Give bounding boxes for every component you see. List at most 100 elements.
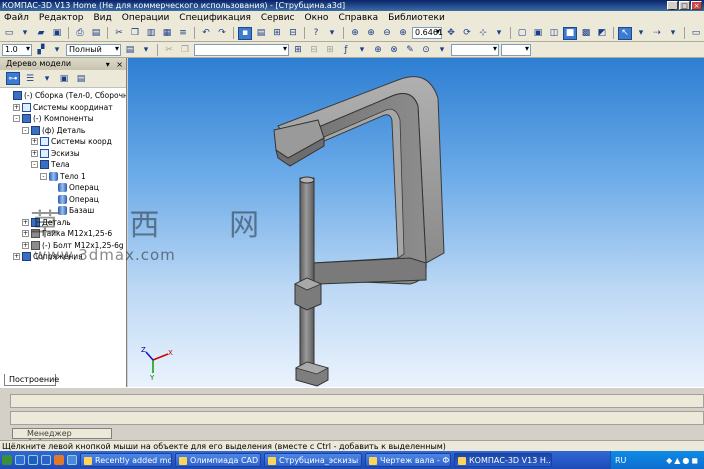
tree-expander-icon[interactable]: + [31,138,38,145]
menu-operations[interactable]: Операции [118,13,176,23]
shaded-edges-icon[interactable]: ▩ [579,27,593,40]
tree-node[interactable]: (-) Сборка (Тел-0, Сборочны [4,90,126,101]
pan-icon[interactable]: ✥ [444,27,458,40]
dropdown-arrow-icon[interactable]: ▾ [666,27,680,40]
menu-libraries[interactable]: Библиотеки [384,13,451,23]
orient-icon[interactable]: ⊹ [476,27,490,40]
dropdown-arrow-icon[interactable]: ▾ [325,27,339,40]
tree-expander-icon[interactable]: - [13,115,20,122]
close-button[interactable]: × [691,1,702,10]
minimize-button[interactable]: _ [667,1,678,10]
task-kompas[interactable]: КОМПАС-3D V13 Н... [454,453,552,467]
undo-icon[interactable]: ↶ [199,27,213,40]
dropdown-arrow-icon[interactable]: ▾ [435,43,449,56]
paste-icon[interactable]: ▥ [144,27,158,40]
filter-select-icon[interactable]: ⇢ [650,27,664,40]
tree-node[interactable]: + Системы координат [13,102,113,113]
tree-node[interactable]: - Тело 1 [40,171,86,182]
help-pointer-icon[interactable]: ? [309,27,323,40]
color-icon[interactable]: ▞ [34,43,48,56]
tree-expander-icon[interactable]: - [31,161,38,168]
line-width-combo[interactable]: 1.0 [2,43,32,56]
tree-expander-icon[interactable]: + [13,253,20,260]
dropdown-arrow-icon[interactable]: ▾ [492,27,506,40]
menu-window[interactable]: Окно [301,13,335,23]
tree-refresh-icon[interactable]: ▣ [57,72,71,85]
library-manager-tab[interactable]: Менеджер библиотек [12,428,112,448]
tool-icon[interactable]: ⊕ [371,43,385,56]
tree-list-icon[interactable]: ☰ [23,72,37,85]
tree-options-icon[interactable]: ▤ [74,72,88,85]
tree-expander-icon[interactable]: + [13,103,20,111]
shaded-icon[interactable]: ■ [563,26,577,40]
open-folder-icon[interactable]: ▰ [34,27,48,40]
tree-node[interactable]: + Эскизы [31,148,80,159]
zoom-in-icon[interactable]: ⊕ [364,27,378,40]
tree-node[interactable]: - Тела [31,159,70,170]
properties-icon[interactable]: ▦ [160,27,174,40]
task-shaft-drawing[interactable]: Чертеж вала - Фот... [365,453,451,467]
variables-icon[interactable]: ≡ [176,27,190,40]
zoom-combo[interactable]: 0.6461 [412,27,443,39]
extra-combo[interactable] [451,43,499,56]
thin-lines-icon[interactable]: ◫ [547,27,561,40]
zoom-out-icon[interactable]: ⊖ [380,27,394,40]
dropdown-arrow-icon[interactable]: ▾ [355,43,369,56]
menu-view[interactable]: Вид [89,13,117,23]
tree-mode-icon[interactable]: ⊶ [6,72,20,85]
tree-expander-icon[interactable]: - [22,126,29,134]
tree-node[interactable]: Операц [49,182,99,193]
tree-expander-icon[interactable]: + [22,218,29,226]
tool-icon[interactable]: ⊗ [387,43,401,56]
tree-expander-icon[interactable]: - [40,172,47,180]
menu-service[interactable]: Сервис [257,13,301,23]
tree-expander-icon[interactable]: + [31,149,38,157]
menu-specification[interactable]: Спецификация [175,13,257,23]
task-olympiad-cad[interactable]: Олимпиада CAD [175,453,261,467]
rotate-icon[interactable]: ⟳ [460,27,474,40]
tray-icons[interactable]: ◆▲●◼ [666,456,700,465]
copy-icon[interactable]: ❐ [128,27,142,40]
dropdown-arrow-icon[interactable]: ▾ [18,27,32,40]
tree-icon[interactable]: ⊟ [286,27,300,40]
quicklaunch-icon[interactable] [28,455,38,465]
print-icon[interactable]: ⎙ [73,27,87,40]
rebuild-icon[interactable]: ▪ [238,26,252,40]
start-icon[interactable] [2,455,12,465]
new-document-icon[interactable]: ▭ [2,27,16,40]
quicklaunch-icon[interactable] [67,455,77,465]
tree-expander-icon[interactable]: + [22,230,29,237]
maximize-button[interactable]: □ [679,1,690,10]
save-icon[interactable]: ▣ [50,27,64,40]
perspective-icon[interactable]: ◩ [595,27,609,40]
toggle-icon[interactable]: ▭ [689,27,703,40]
cut-icon[interactable]: ✂ [112,27,126,40]
menu-file[interactable]: Файл [0,13,35,23]
tool-icon[interactable]: ✎ [403,43,417,56]
task-recently-added[interactable]: Recently added mo... [80,453,172,467]
preview-icon[interactable]: ▤ [89,27,103,40]
zoom-scale-icon[interactable]: ⊕ [396,27,410,40]
zoom-window-icon[interactable]: ⊕ [348,27,362,40]
language-indicator[interactable]: RU [615,456,626,465]
function-icon[interactable]: ƒ [339,43,353,56]
tree-node[interactable]: + Системы коорд [31,136,112,147]
panel-icon[interactable]: ▤ [254,27,268,40]
dropdown-arrow-icon[interactable]: ▾ [50,43,64,56]
quicklaunch-icon[interactable] [54,455,64,465]
filter-icon[interactable]: ⊞ [270,27,284,40]
tab-build[interactable]: Построение [4,374,59,386]
tree-node[interactable]: - (ф) Деталь [22,125,85,136]
layer-icon[interactable]: ▤ [123,43,137,56]
hidden-lines-icon[interactable]: ▣ [531,27,545,40]
menu-edit[interactable]: Редактор [35,13,90,23]
style-combo[interactable]: Полный [66,43,121,56]
select-pointer-icon[interactable]: ↖ [618,26,632,40]
dropdown-arrow-icon[interactable]: ▾ [139,43,153,56]
tree-node[interactable]: - (-) Компоненты [13,113,94,124]
word-icon[interactable] [41,455,51,465]
dropdown-arrow-icon[interactable]: ▾ [40,72,54,85]
dropdown-arrow-icon[interactable]: ▾ [634,27,648,40]
redo-icon[interactable]: ↷ [215,27,229,40]
quicklaunch-icon[interactable] [15,455,25,465]
